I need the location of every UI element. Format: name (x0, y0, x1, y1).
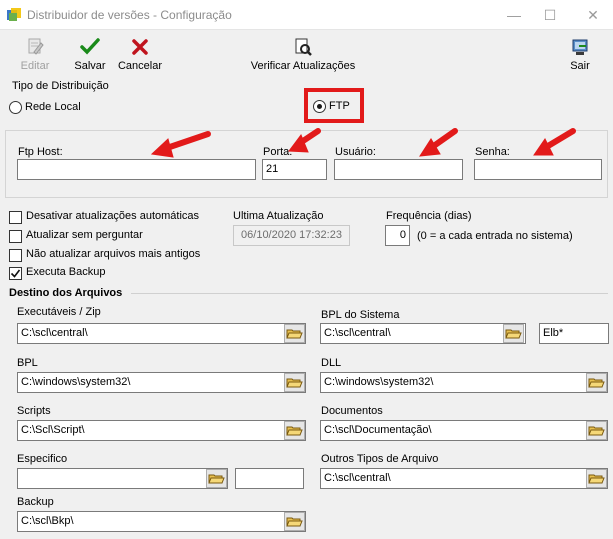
executa-backup-label: Executa Backup (26, 266, 106, 278)
backup-browse-button[interactable] (284, 512, 305, 531)
atualizar-sem-perguntar-checkbox[interactable]: Atualizar sem perguntar (9, 229, 209, 244)
especifico-label: Especifico (17, 453, 68, 465)
documentos-input[interactable]: C:\scl\Documentação\ (320, 420, 608, 441)
ultima-atualizacao-value: 06/10/2020 17:32:23 (233, 225, 350, 246)
executaveis-label: Executáveis / Zip (17, 306, 101, 318)
desativar-label: Desativar atualizações automáticas (26, 210, 200, 222)
bpl-mask-input[interactable]: Elb* (539, 323, 609, 344)
dll-label: DLL (321, 357, 342, 369)
bpl-sistema-label: BPL do Sistema (321, 309, 400, 321)
folder-open-icon (286, 517, 303, 527)
outros-tipos-browse-button[interactable] (586, 469, 607, 488)
bpl-browse-button[interactable] (284, 373, 305, 392)
scripts-label: Scripts (17, 405, 51, 417)
folder-open-icon (286, 378, 303, 388)
atualizar-sem-label: Atualizar sem perguntar (26, 229, 143, 241)
especifico-browse-button[interactable] (206, 469, 227, 488)
especifico-input[interactable] (17, 468, 228, 489)
bpl-label: BPL (17, 357, 38, 369)
documentos-browse-button[interactable] (586, 421, 607, 440)
scripts-input[interactable]: C:\Scl\Script\ (17, 420, 306, 441)
scripts-browse-button[interactable] (284, 421, 305, 440)
outros-tipos-input[interactable]: C:\scl\central\ (320, 468, 608, 489)
especifico-extra-input[interactable] (235, 468, 304, 489)
destino-divider (131, 293, 608, 294)
nao-atualizar-label: Não atualizar arquivos mais antigos (26, 248, 201, 260)
desativar-box[interactable] (9, 211, 22, 224)
executaveis-browse-button[interactable] (284, 324, 305, 343)
folder-open-icon (505, 329, 522, 339)
folder-open-icon (286, 426, 303, 436)
dll-input[interactable]: C:\windows\system32\ (320, 372, 608, 393)
destino-arquivos-title: Destino dos Arquivos (9, 287, 123, 299)
backup-label: Backup (17, 496, 54, 508)
annotation-arrows (150, 128, 576, 158)
nao-atualizar-antigos-checkbox[interactable]: Não atualizar arquivos mais antigos (9, 248, 209, 263)
folder-open-icon (208, 474, 225, 484)
bpl-sistema-input[interactable]: C:\scl\central\ (320, 323, 526, 344)
arrow-usuario-icon (419, 128, 458, 157)
nao-atualizar-box[interactable] (9, 249, 22, 262)
folder-open-icon (588, 474, 605, 484)
frequencia-hint: (0 = a cada entrada no sistema) (417, 230, 573, 242)
bpl-input[interactable]: C:\windows\system32\ (17, 372, 306, 393)
arrow-senha-icon (533, 128, 576, 156)
folder-open-icon (286, 329, 303, 339)
frequencia-input[interactable]: 0 (385, 225, 410, 246)
check-icon (10, 269, 21, 278)
atualizar-sem-box[interactable] (9, 230, 22, 243)
arrow-ftp-host-icon (150, 131, 211, 158)
frequencia-label: Frequência (dias) (386, 210, 472, 222)
desativar-checkbox[interactable]: Desativar atualizações automáticas (9, 210, 209, 225)
ultima-atualizacao-label: Ultima Atualização (233, 210, 324, 222)
folder-open-icon (588, 426, 605, 436)
dll-browse-button[interactable] (586, 373, 607, 392)
folder-open-icon (588, 378, 605, 388)
bpl-sistema-browse-button[interactable] (503, 324, 524, 343)
executa-backup-checkbox[interactable]: Executa Backup (9, 266, 209, 281)
executaveis-input[interactable]: C:\scl\central\ (17, 323, 306, 344)
arrow-porta-icon (288, 128, 321, 153)
outros-tipos-label: Outros Tipos de Arquivo (321, 453, 439, 465)
documentos-label: Documentos (321, 405, 383, 417)
executa-backup-box[interactable] (9, 267, 22, 280)
backup-input[interactable]: C:\scl\Bkp\ (17, 511, 306, 532)
